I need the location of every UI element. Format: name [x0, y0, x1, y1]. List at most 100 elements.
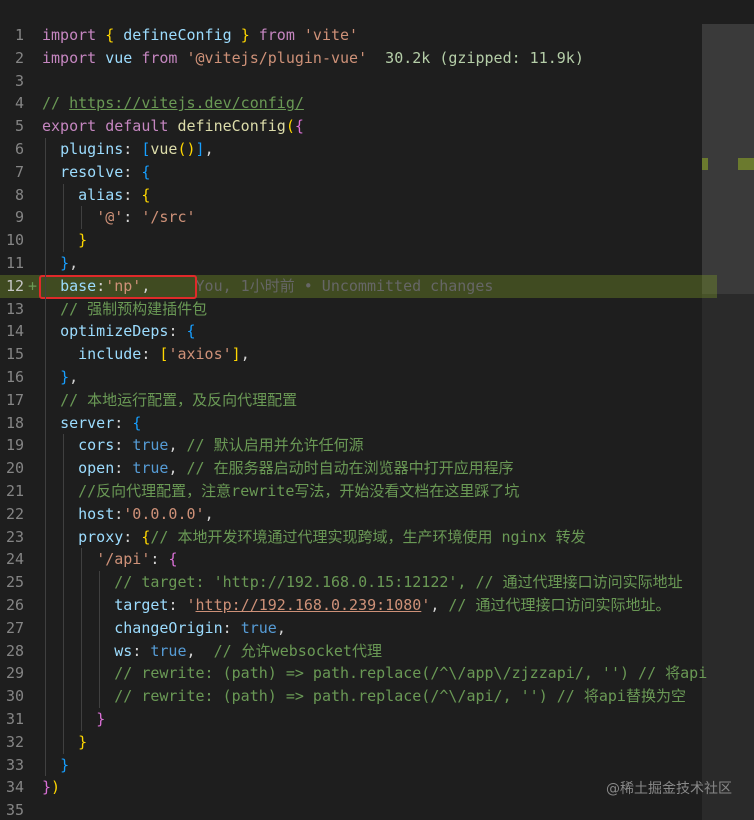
code-line[interactable]: 14 optimizeDeps: {: [0, 320, 720, 343]
code-line[interactable]: 24 '/api': {: [0, 548, 720, 571]
line-code: include: ['axios'],: [42, 343, 250, 366]
code-line[interactable]: 35: [0, 799, 720, 820]
code-token: default: [105, 117, 169, 136]
indent-guide: [81, 206, 82, 230]
code-line[interactable]: 22 host:'0.0.0.0',: [0, 503, 720, 526]
line-number: 2: [14, 48, 24, 67]
line-code: import { defineConfig } from 'vite': [42, 24, 358, 47]
line-number: 22: [5, 504, 24, 523]
code-line[interactable]: 9 '@': '/src': [0, 206, 720, 229]
code-line[interactable]: 31 }: [0, 708, 720, 731]
code-token: :: [222, 618, 241, 637]
line-number: 35: [5, 801, 24, 820]
line-number: 19: [5, 436, 24, 455]
code-line[interactable]: 15 include: ['axios'],: [0, 343, 720, 366]
code-line[interactable]: 16 },: [0, 366, 720, 389]
code-token: server: [60, 413, 115, 432]
code-line[interactable]: 3: [0, 70, 720, 93]
annotation-box: [39, 275, 197, 299]
code-line[interactable]: 21 //反向代理配置，注意rewrite写法，开始没看文档在这里踩了坑: [0, 480, 720, 503]
code-editor[interactable]: 1 import { defineConfig } from 'vite' 2 imp…: [0, 0, 754, 820]
code-line[interactable]: 30 // rewrite: (path) => path.replace(/^…: [0, 685, 720, 708]
line-number: 11: [5, 253, 24, 272]
code-line[interactable]: 32 }: [0, 731, 720, 754]
code-line[interactable]: 10 }: [0, 229, 720, 252]
minimap-change-marker: [738, 158, 754, 170]
line-code: optimizeDeps: {: [42, 320, 195, 343]
code-token: }: [60, 253, 70, 272]
code-line[interactable]: 33 }: [0, 754, 720, 777]
code-token: ,: [168, 459, 187, 478]
code-token: // 本地运行配置，及反向代理配置: [60, 390, 298, 409]
line-number: 1: [14, 26, 24, 44]
line-code: }: [42, 708, 105, 731]
code-line[interactable]: 18 server: {: [0, 412, 720, 435]
line-number: 33: [5, 755, 24, 774]
code-token: :: [123, 185, 142, 204]
code-token: ': [421, 595, 431, 614]
code-token: // rewrite: (path) => path.replace(/^\/a…: [114, 687, 686, 706]
code-line[interactable]: 8 alias: {: [0, 184, 720, 207]
line-code: }: [42, 731, 87, 754]
code-token: //: [42, 94, 70, 113]
line-number: 13: [5, 299, 24, 318]
code-line[interactable]: 29 // rewrite: (path) => path.replace(/^…: [0, 662, 720, 685]
line-code: cors: true, // 默认启用并允许任何源: [42, 434, 364, 457]
code-token: :: [123, 527, 142, 546]
code-line[interactable]: 25 // target: 'http://192.168.0.15:12122…: [0, 571, 720, 594]
line-number: 20: [5, 459, 24, 478]
line-code: },: [42, 252, 78, 275]
code-line[interactable]: 17 // 本地运行配置，及反向代理配置: [0, 389, 720, 412]
line-number: 14: [5, 322, 24, 341]
code-token: }: [78, 231, 88, 250]
code-line[interactable]: 26 target: 'http://192.168.0.239:1080', …: [0, 594, 720, 617]
indent-guide: [45, 138, 46, 777]
code-token: // 默认启用并允许任何源: [186, 436, 364, 455]
code-line[interactable]: 2 import vue from '@vitejs/plugin-vue' 30…: [0, 47, 720, 70]
code-line[interactable]: 7 resolve: {: [0, 161, 720, 184]
code-token: defineConfig: [177, 117, 286, 136]
code-token: optimizeDeps: [60, 322, 169, 341]
code-token: ,: [69, 367, 79, 386]
code-line[interactable]: 20 open: true, // 在服务器启动时自动在浏览器中打开应用程序: [0, 457, 720, 480]
line-number: 3: [14, 71, 24, 90]
code-token: ,: [204, 139, 214, 158]
code-line[interactable]: 19 cors: true, // 默认启用并允许任何源: [0, 434, 720, 457]
code-token: 'vite': [303, 26, 359, 44]
code-token: }: [96, 709, 106, 728]
code-line[interactable]: 4 // https://vitejs.dev/config/: [0, 92, 720, 115]
code-token: 30.2k (gzipped: 11.9k): [367, 48, 584, 67]
code-token: //反向代理配置，注意rewrite写法，开始没看文档在这里踩了坑: [78, 481, 520, 500]
code-token: ,: [186, 641, 214, 660]
code-token: defineConfig: [114, 26, 241, 44]
code-line[interactable]: 1 import { defineConfig } from 'vite': [0, 24, 720, 47]
line-code: resolve: {: [42, 161, 150, 184]
code-token: :: [141, 345, 160, 364]
code-token: (: [285, 117, 295, 136]
code-line[interactable]: 5 export default defineConfig({: [0, 115, 720, 138]
code-token: ,: [430, 595, 449, 614]
code-line[interactable]: 11 },: [0, 252, 720, 275]
code-token: cors: [78, 436, 115, 455]
code-line[interactable]: 23 proxy: {// 本地开发环境通过代理实现跨域，生产环境使用 ngin…: [0, 526, 720, 549]
line-number: 9: [14, 208, 24, 227]
code-token: alias: [78, 185, 124, 204]
code-line[interactable]: 6 plugins: [vue()],: [0, 138, 720, 161]
code-token: from: [258, 26, 295, 44]
code-line[interactable]: 28 ws: true, // 允许websocket代理: [0, 640, 720, 663]
code-lines: 1 import { defineConfig } from 'vite' 2 imp…: [0, 24, 720, 820]
code-token: :: [168, 595, 187, 614]
code-line[interactable]: 13 // 强制预构建插件包: [0, 298, 720, 321]
line-number: 8: [14, 185, 24, 204]
code-line[interactable]: 27 changeOrigin: true,: [0, 617, 720, 640]
